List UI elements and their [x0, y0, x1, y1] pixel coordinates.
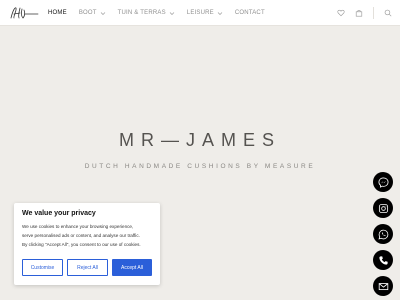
nav-item-label: BOOT: [78, 10, 97, 16]
main-nav: HOME BOOT TUIN & TERRAS LEISURE CONTACT: [48, 0, 265, 26]
email-icon: [378, 282, 388, 290]
cookie-description: We use cookies to enhance your browsing …: [22, 223, 152, 250]
heart-icon[interactable]: [337, 9, 345, 17]
social-buttons: [373, 172, 393, 296]
phone-button[interactable]: [373, 250, 393, 270]
nav-item-contact[interactable]: CONTACT: [235, 10, 265, 16]
logo-signature[interactable]: [8, 4, 40, 22]
chevron-down-icon: [217, 11, 223, 15]
hero-tagline: DUTCH HANDMADE CUSHIONS BY MEASURE: [84, 163, 316, 170]
nav-item-label: TUIN & TERRAS: [117, 10, 166, 16]
cookie-consent-dialog: We value your privacy We use cookies to …: [14, 203, 160, 285]
messenger-icon: [378, 177, 388, 188]
cookie-text-line: By clicking "Accept All", you consent to…: [22, 241, 141, 247]
site-header: HOME BOOT TUIN & TERRAS LEISURE CONTACT: [0, 0, 400, 26]
nav-item-home[interactable]: HOME: [48, 10, 67, 16]
reject-all-button[interactable]: Reject All: [67, 259, 108, 276]
nav-item-label: LEISURE: [186, 10, 214, 16]
nav-item-label: CONTACT: [234, 10, 265, 16]
cookie-text-line: We use cookies to enhance your browsing …: [22, 224, 134, 229]
messenger-button[interactable]: [373, 172, 393, 192]
cookie-title: We value your privacy: [22, 210, 96, 217]
header-divider: [373, 7, 374, 19]
phone-icon: [378, 255, 388, 265]
bag-icon[interactable]: [355, 9, 363, 17]
whatsapp-icon: [377, 229, 388, 240]
header-actions: [337, 0, 392, 26]
whatsapp-button[interactable]: [373, 224, 393, 244]
cookie-actions: Customise Reject All Accept All: [22, 259, 152, 276]
hero-brand-title: MR—JAMES: [118, 130, 281, 150]
chevron-down-icon: [100, 11, 105, 15]
nav-item-tuin-terras[interactable]: TUIN & TERRAS: [118, 10, 175, 16]
instagram-icon: [378, 203, 388, 213]
search-icon[interactable]: [384, 9, 392, 17]
customise-button[interactable]: Customise: [22, 259, 63, 276]
chevron-down-icon: [169, 11, 175, 15]
cookie-text-line: serve personalised ads or content, and a…: [22, 232, 140, 238]
accept-all-button[interactable]: Accept All: [112, 259, 152, 276]
nav-item-boot[interactable]: BOOT: [79, 10, 106, 16]
email-button[interactable]: [373, 276, 393, 296]
instagram-button[interactable]: [373, 198, 393, 218]
nav-item-leisure[interactable]: LEISURE: [187, 10, 223, 16]
nav-item-label: HOME: [48, 10, 67, 16]
